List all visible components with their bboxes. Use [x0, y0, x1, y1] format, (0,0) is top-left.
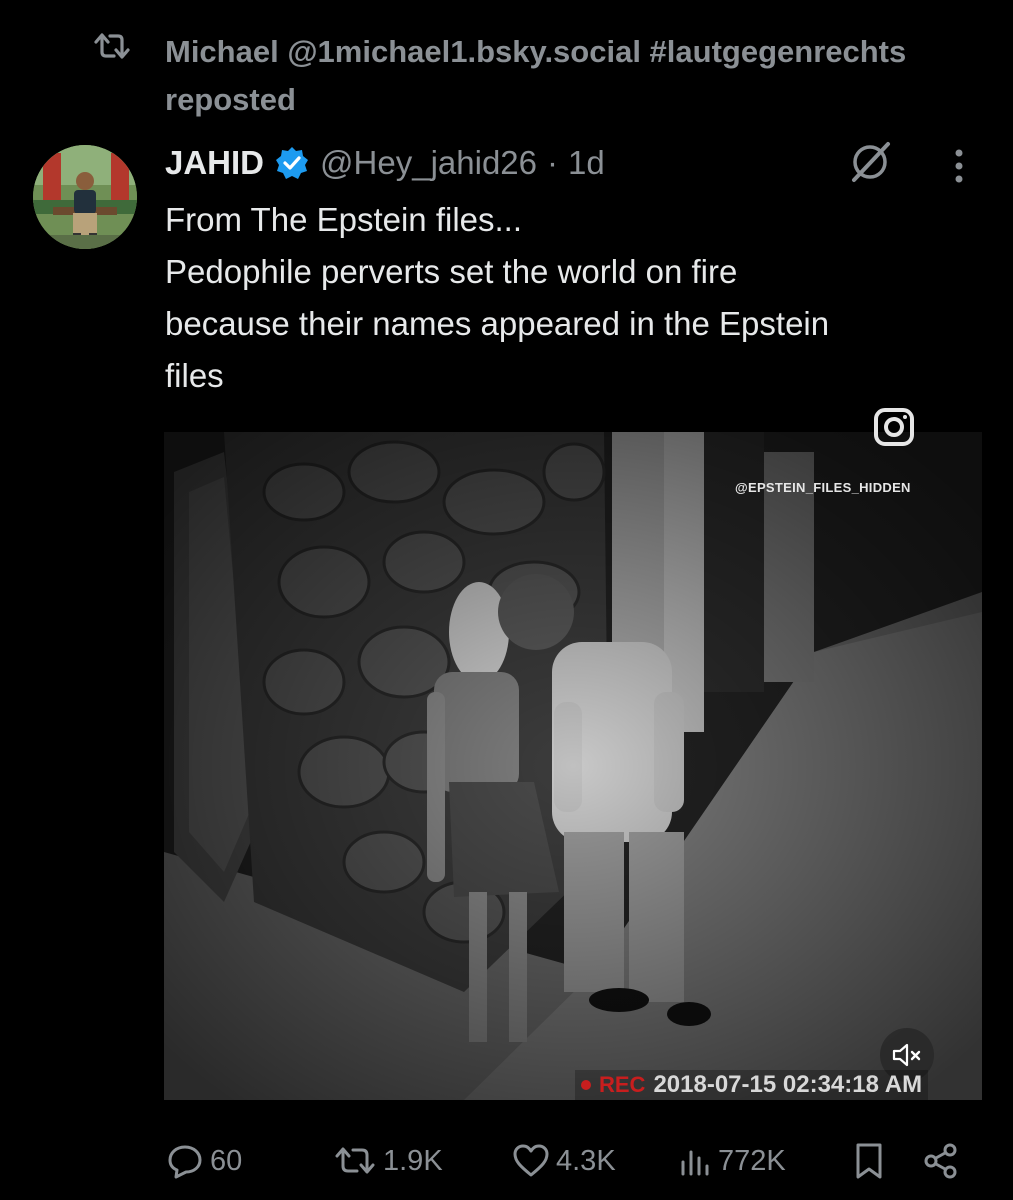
- grok-icon[interactable]: [846, 140, 896, 184]
- post-text: From The Epstein files... Pedophile perv…: [165, 194, 995, 402]
- author-name[interactable]: JAHID: [165, 144, 264, 182]
- cctv-timestamp: 2018-07-15 02:34:18 AM: [653, 1071, 923, 1098]
- more-options-icon[interactable]: [945, 147, 973, 187]
- bookmark-icon: [856, 1143, 882, 1179]
- instagram-icon: [870, 408, 918, 448]
- avatar[interactable]: [33, 145, 137, 249]
- repost-button[interactable]: 1.9K: [333, 1138, 443, 1184]
- views-count: 772K: [718, 1144, 786, 1177]
- verified-badge-icon: [274, 145, 310, 181]
- views-button[interactable]: 772K: [678, 1138, 786, 1184]
- share-button[interactable]: [922, 1138, 960, 1184]
- speaker-muted-icon: [892, 1043, 921, 1067]
- author-handle[interactable]: @Hey_jahid26: [320, 144, 537, 182]
- bookmark-button[interactable]: [853, 1138, 885, 1184]
- author-row: JAHID @Hey_jahid26 · 1d: [165, 138, 605, 188]
- repost-icon: [335, 1147, 375, 1174]
- reply-icon: [168, 1145, 202, 1179]
- video-player[interactable]: [164, 432, 982, 1100]
- rec-dot-icon: [581, 1080, 591, 1090]
- heart-icon: [513, 1144, 549, 1177]
- repost-icon: [92, 32, 132, 60]
- video-frame: [164, 432, 982, 1100]
- repost-user-line[interactable]: Michael @1michael1.bsky.social #lautgege…: [165, 28, 1005, 76]
- cctv-overlay: REC 2018-07-15 02:34:18 AM: [575, 1070, 929, 1100]
- post-text-line: files: [165, 357, 224, 394]
- like-button[interactable]: 4.3K: [512, 1138, 616, 1184]
- post-timestamp[interactable]: 1d: [568, 144, 605, 182]
- video-watermark: @EPSTEIN_FILES_HIDDEN: [735, 480, 911, 495]
- post-text-line: because their names appeared in the Epst…: [165, 305, 830, 342]
- like-count: 4.3K: [556, 1144, 616, 1177]
- repost-label: reposted: [165, 82, 296, 117]
- views-bar-chart-icon: [681, 1150, 709, 1176]
- post-text-line: From The Epstein files...: [165, 201, 523, 238]
- post-text-line: Pedophile perverts set the world on fire: [165, 253, 738, 290]
- repost-context[interactable]: Michael @1michael1.bsky.social #lautgege…: [165, 28, 1005, 124]
- rec-label: REC: [599, 1072, 646, 1097]
- repost-count: 1.9K: [383, 1144, 443, 1177]
- share-icon: [924, 1143, 957, 1179]
- reply-count: 60: [210, 1144, 243, 1177]
- separator-dot: ·: [547, 144, 558, 181]
- reply-button[interactable]: 60: [166, 1138, 242, 1184]
